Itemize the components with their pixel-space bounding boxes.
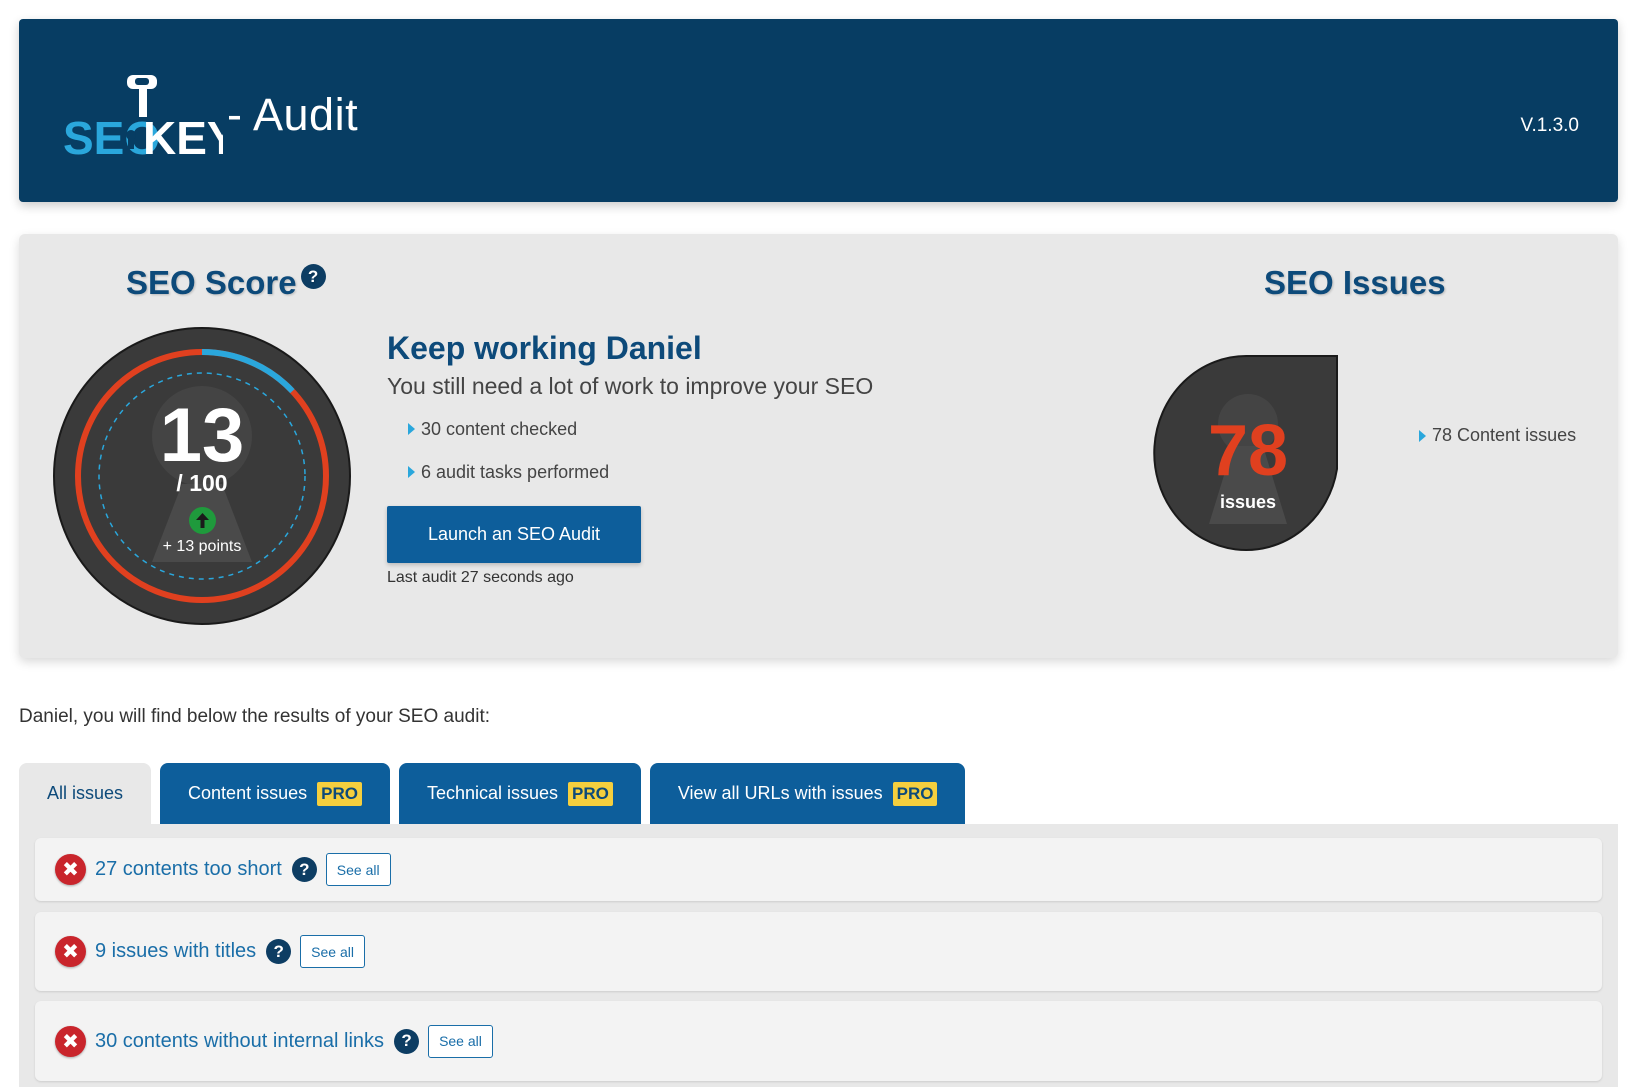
- app-header: SEO KEY - Audit V.1.3.0: [19, 19, 1618, 202]
- see-all-button[interactable]: See all: [325, 853, 391, 886]
- last-audit-text: Last audit 27 seconds ago: [387, 569, 574, 586]
- summary-title: Keep working Daniel: [387, 330, 702, 366]
- summary-bullet-text: 30 content checked: [421, 418, 578, 439]
- error-icon: ✖: [55, 854, 86, 885]
- key-logo-icon: SEO KEY: [63, 75, 223, 159]
- tab-technical-issues[interactable]: Technical issues PRO: [398, 763, 641, 824]
- logo-mark: SEO KEY: [63, 75, 223, 159]
- score-gauge: 13 / 100 + 13 points: [50, 324, 354, 628]
- issue-row: ✖ 9 issues with titles ? See all: [35, 912, 1602, 991]
- seo-issues-title: SEO Issues: [1264, 264, 1446, 301]
- help-icon[interactable]: ?: [291, 857, 317, 882]
- tab-all-urls[interactable]: View all URLs with issues PRO: [649, 763, 966, 824]
- error-icon: ✖: [55, 936, 86, 967]
- tab-content-issues[interactable]: Content issues PRO: [160, 763, 390, 824]
- issue-row: ✖ 30 contents without internal links ? S…: [35, 1001, 1602, 1081]
- error-icon: ✖: [55, 1025, 86, 1057]
- issue-label[interactable]: 27 contents too short: [95, 858, 282, 881]
- help-icon[interactable]: ?: [266, 939, 292, 964]
- results-intro: Daniel, you will find below the results …: [19, 706, 491, 727]
- tab-label: Technical issues: [426, 783, 559, 803]
- pro-badge: PRO: [568, 781, 613, 806]
- issues-count-label: issues: [1219, 492, 1277, 512]
- issues-detail-text[interactable]: 78 Content issues: [1432, 425, 1576, 446]
- tab-all-issues[interactable]: All issues: [19, 763, 152, 824]
- summary-subtitle: You still need a lot of work to improve …: [387, 373, 874, 399]
- caret-right-icon: [408, 423, 415, 435]
- help-icon[interactable]: ?: [394, 1028, 420, 1054]
- issues-count: 78: [1207, 411, 1289, 491]
- launch-audit-button[interactable]: Launch an SEO Audit: [387, 506, 641, 563]
- tab-label: Content issues: [188, 783, 308, 803]
- issue-row: ✖ 27 contents too short ? See all: [35, 838, 1602, 901]
- header-title: - Audit: [227, 89, 359, 140]
- seo-score-title: SEO Score: [126, 264, 297, 301]
- summary-bullets: 30 content checked 6 audit tasks perform…: [408, 415, 609, 501]
- tab-label: All issues: [47, 783, 124, 803]
- tab-label: View all URLs with issues: [677, 783, 883, 803]
- score-max: / 100: [176, 470, 228, 496]
- issue-label[interactable]: 9 issues with titles: [95, 940, 256, 963]
- issues-drop: 78 issues: [1149, 354, 1347, 568]
- summary-bullet-text: 6 audit tasks performed: [421, 461, 610, 482]
- score-card: SEO Score ? 13 / 100 + 13 points Keep wo…: [19, 234, 1618, 658]
- issue-label[interactable]: 30 contents without internal links: [95, 1030, 384, 1053]
- arrow-up-icon: [189, 507, 216, 534]
- issues-detail: 78 Content issues: [1419, 425, 1576, 446]
- score-value: 13: [159, 393, 245, 478]
- see-all-button[interactable]: See all: [428, 1024, 493, 1058]
- issues-panel: ✖ 27 contents too short ? See all ✖ 9 is…: [19, 824, 1618, 1087]
- pro-badge: PRO: [317, 781, 362, 806]
- summary-block: Keep working Daniel You still need a lot…: [387, 330, 873, 400]
- summary-bullet: 6 audit tasks performed: [408, 458, 609, 486]
- issues-tabs: All issues Content issues PRO Technical …: [19, 763, 966, 824]
- see-all-button[interactable]: See all: [300, 935, 365, 968]
- seokey-logo: SEO KEY - Audit: [63, 69, 358, 159]
- caret-right-icon: [1419, 429, 1426, 442]
- pro-badge: PRO: [892, 781, 938, 806]
- version-label: V.1.3.0: [1520, 115, 1579, 136]
- gauge-text: 13 / 100 + 13 points: [50, 324, 354, 628]
- summary-bullet: 30 content checked: [408, 415, 609, 443]
- help-icon[interactable]: ?: [300, 264, 326, 289]
- caret-right-icon: [408, 466, 415, 478]
- score-delta: + 13 points: [162, 538, 242, 555]
- seo-score-heading: SEO Score ?: [126, 264, 326, 302]
- logo-key-text: KEY: [143, 112, 223, 159]
